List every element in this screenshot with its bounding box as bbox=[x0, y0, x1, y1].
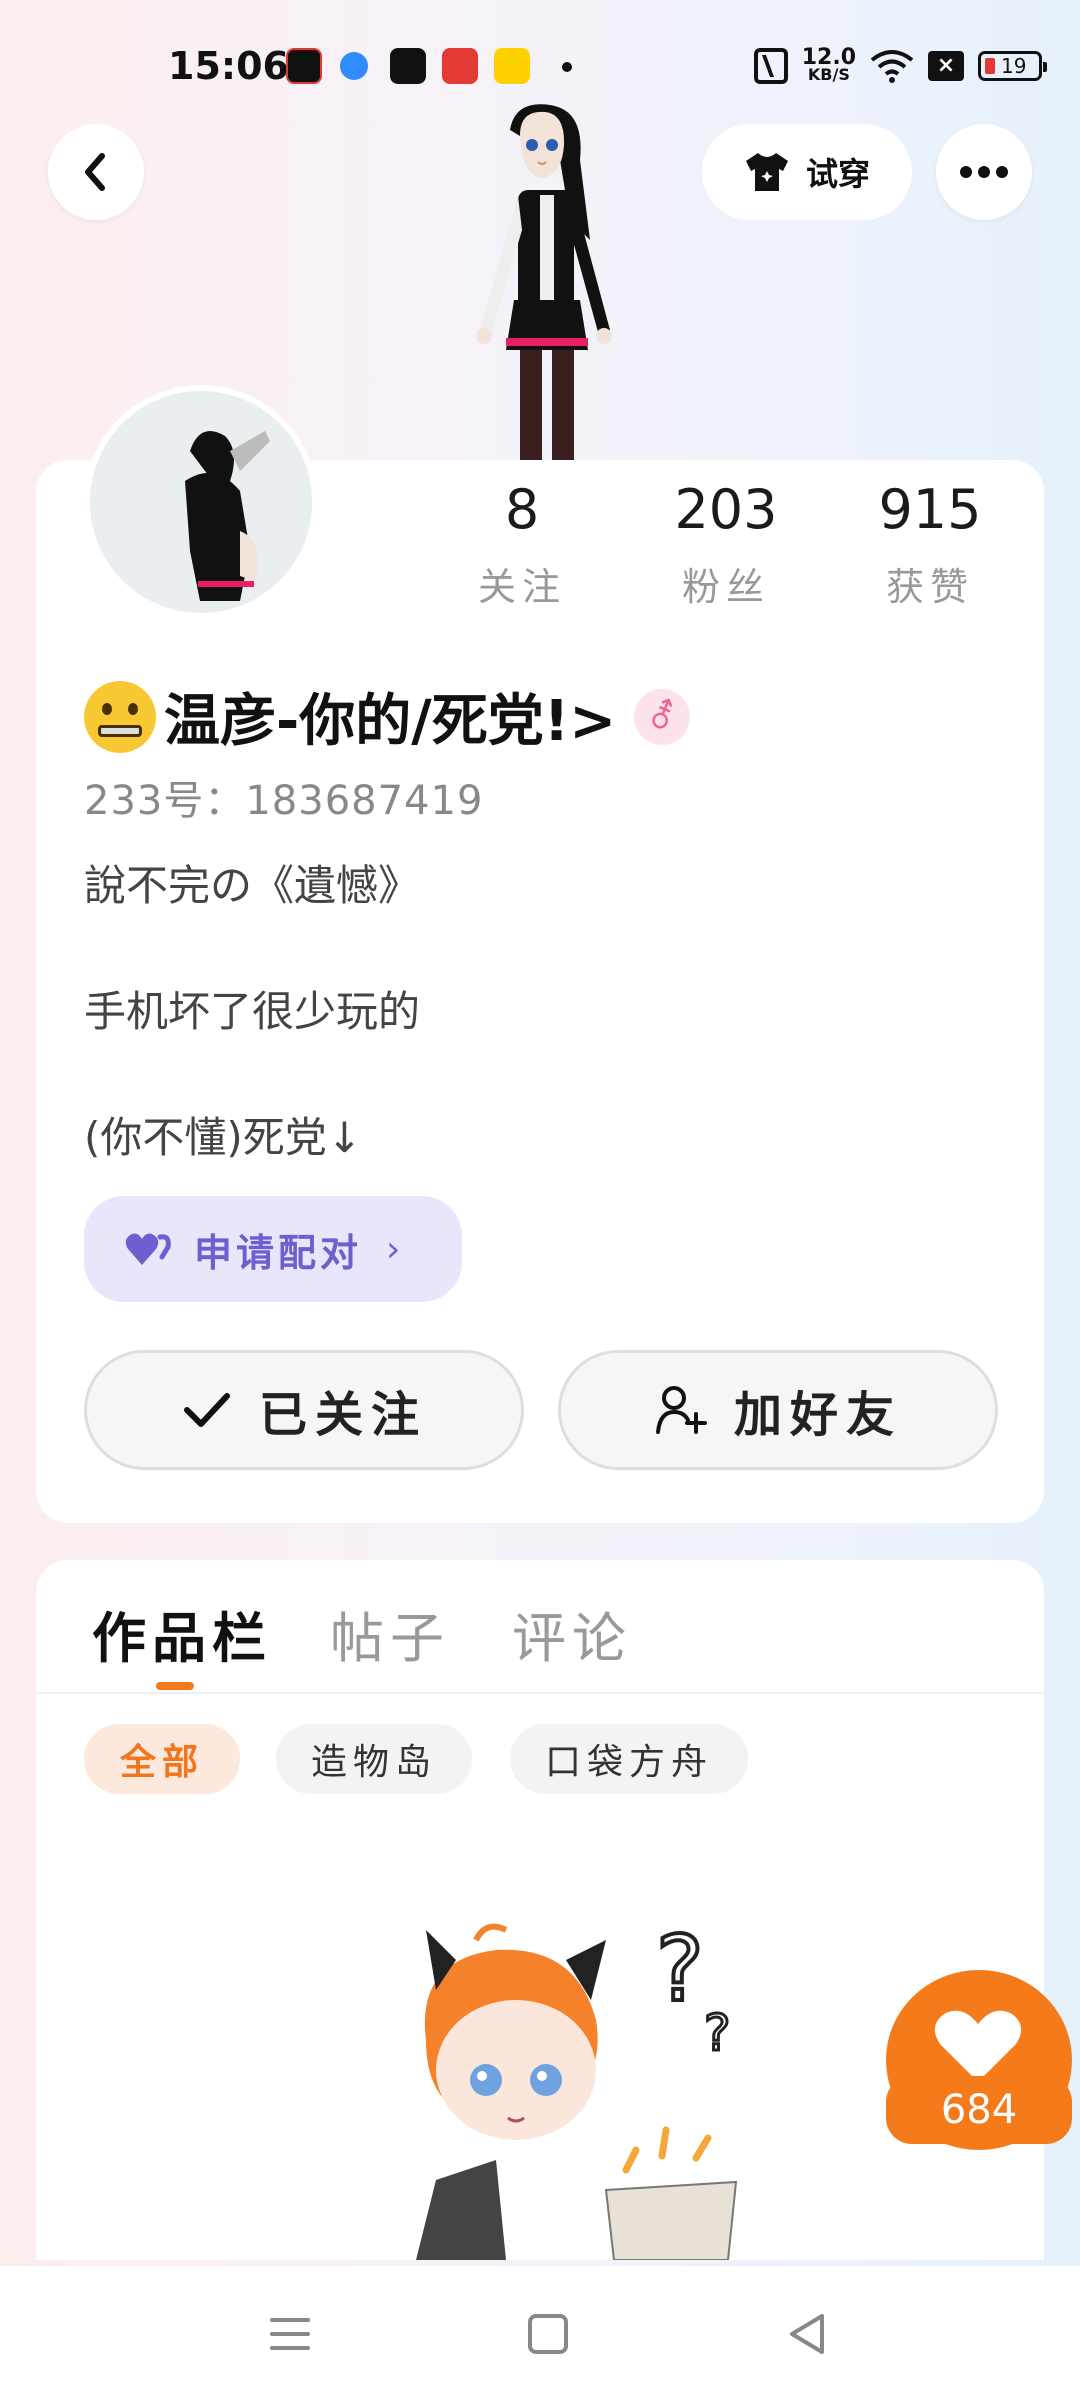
try-on-button[interactable]: 试穿 bbox=[702, 124, 912, 220]
following-label: 关注 bbox=[477, 565, 566, 609]
bio-line: (你不懂)死党↓ bbox=[84, 1113, 362, 1162]
more-dots-icon bbox=[960, 166, 1008, 178]
add-person-icon bbox=[655, 1386, 707, 1434]
system-nav-bar bbox=[0, 2266, 1080, 2400]
net-speed-value: 12.0 bbox=[801, 45, 856, 70]
menu-icon[interactable] bbox=[262, 2306, 318, 2362]
avatar-3d-figure[interactable] bbox=[440, 100, 640, 462]
net-speed-unit: KB/S bbox=[807, 65, 850, 84]
try-on-label: 试穿 bbox=[805, 155, 870, 193]
followed-label: 已关注 bbox=[258, 1387, 427, 1443]
add-friend-button[interactable]: 加好友 bbox=[558, 1350, 998, 1470]
back-button[interactable] bbox=[48, 124, 144, 220]
request-pair-label: 申请配对 bbox=[194, 1230, 363, 1275]
meituan-app-icon bbox=[494, 48, 530, 84]
works-card: 作品栏 帖子 评论 全部 造物岛 口袋方舟 ? ? bbox=[36, 1560, 1044, 2260]
stat-following[interactable]: 8 关注 bbox=[442, 478, 602, 611]
likes-label: 获赞 bbox=[885, 565, 974, 609]
like-count[interactable]: 684 bbox=[886, 2076, 1072, 2144]
red-app-icon bbox=[442, 48, 478, 84]
add-friend-label: 加好友 bbox=[733, 1387, 902, 1443]
request-pair-button[interactable]: 申请配对 › bbox=[84, 1196, 462, 1302]
more-notifications-dot-icon bbox=[562, 62, 572, 72]
tab-posts[interactable]: 帖子 bbox=[330, 1594, 450, 1673]
username: 温彦-你的/死党!> bbox=[164, 689, 617, 754]
svg-text:?: ? bbox=[656, 1920, 704, 2022]
blue-app-icon bbox=[340, 52, 368, 80]
wifi-icon bbox=[870, 50, 914, 83]
tiktok-app-icon bbox=[390, 48, 426, 84]
status-right-group: 12.0 KB/S × 19 bbox=[753, 45, 1047, 84]
home-square-icon[interactable] bbox=[520, 2306, 576, 2362]
heart-icon bbox=[934, 2010, 1022, 2082]
hearts-icon bbox=[125, 1233, 171, 1265]
bio-line: 說不完の《遺憾》 bbox=[84, 861, 421, 910]
status-time: 15:06 bbox=[168, 44, 289, 88]
user-id[interactable]: 233号：183687419 bbox=[84, 768, 483, 826]
chevron-right-icon: › bbox=[386, 1228, 401, 1270]
active-tab-indicator bbox=[156, 1682, 194, 1690]
following-count: 8 bbox=[504, 478, 540, 541]
tiktok-lite-app-icon bbox=[286, 48, 322, 84]
chip-pocket-ark[interactable]: 口袋方舟 bbox=[510, 1724, 748, 1794]
gender-female-icon: ⚦ bbox=[634, 688, 691, 745]
bio-line: 手机坏了很少玩的 bbox=[84, 987, 421, 1036]
empty-state-mascot-image: ? ? bbox=[416, 1920, 738, 2260]
username-row: 温彦-你的/死党!> ⚦ bbox=[84, 676, 691, 757]
likes-count: 915 bbox=[878, 478, 982, 541]
no-sim-icon: × bbox=[928, 51, 964, 81]
svg-text:?: ? bbox=[704, 2004, 731, 2062]
check-icon bbox=[183, 1393, 230, 1427]
avatar-image bbox=[90, 391, 312, 613]
net-speed: 12.0 KB/S bbox=[801, 45, 856, 84]
back-triangle-icon[interactable] bbox=[780, 2306, 836, 2362]
tab-works[interactable]: 作品栏 bbox=[92, 1594, 272, 1673]
stat-likes[interactable]: 915 获赞 bbox=[850, 478, 1010, 611]
battery-icon: 19 bbox=[978, 51, 1047, 81]
zipper-mouth-face-icon bbox=[84, 680, 156, 753]
chevron-left-icon bbox=[85, 153, 105, 191]
fans-count: 203 bbox=[674, 478, 778, 541]
profile-avatar[interactable] bbox=[84, 385, 318, 619]
followed-button[interactable]: 已关注 bbox=[84, 1350, 524, 1470]
battery-level: 19 bbox=[1001, 54, 1027, 78]
tshirt-icon bbox=[745, 153, 788, 191]
tab-comments[interactable]: 评论 bbox=[512, 1594, 632, 1673]
nfc-icon bbox=[753, 48, 788, 84]
bio: 說不完の《遺憾》 手机坏了很少玩的 (你不懂)死党↓ bbox=[84, 854, 420, 1170]
more-options-button[interactable] bbox=[936, 124, 1032, 220]
chip-all[interactable]: 全部 bbox=[84, 1724, 240, 1794]
works-tabs: 作品栏 帖子 评论 bbox=[36, 1560, 1044, 1694]
chip-creation-island[interactable]: 造物岛 bbox=[276, 1724, 472, 1794]
stat-fans[interactable]: 203 粉丝 bbox=[646, 478, 806, 611]
fans-label: 粉丝 bbox=[681, 565, 770, 609]
